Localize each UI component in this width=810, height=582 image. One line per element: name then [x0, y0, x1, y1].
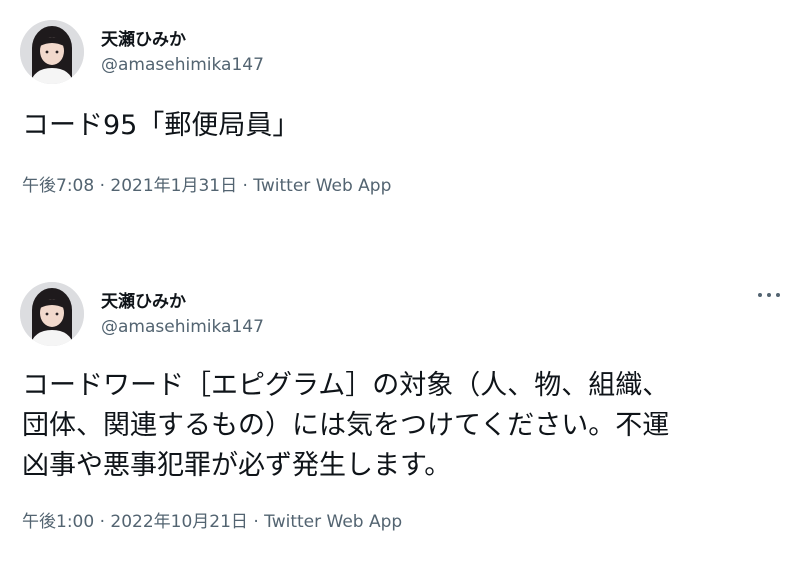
tweet-text-line: 団体、関連するもの）には気をつけてください。不運	[22, 410, 670, 441]
tweet-timestamp[interactable]: 午後7:08 · 2021年1月31日 · Twitter Web App	[22, 171, 391, 196]
tweet-timestamp[interactable]: 午後1:00 · 2022年10月21日 · Twitter Web App	[22, 507, 402, 532]
author-handle[interactable]: @amasehimika147	[101, 317, 264, 337]
tweet[interactable]: 天瀬ひみか @amasehimika147 コード95「郵便局員」 午後7:08…	[0, 0, 810, 220]
tweet-text: コード95「郵便局員」	[22, 106, 299, 146]
author-handle[interactable]: @amasehimika147	[101, 55, 264, 75]
author-display-name[interactable]: 天瀬ひみか	[101, 25, 186, 50]
avatar-photo-icon	[20, 282, 84, 346]
tweet-text-line: 凶事や悪事犯罪が必ず発生します。	[22, 450, 452, 481]
avatar[interactable]	[20, 282, 84, 346]
more-horizontal-icon[interactable]	[756, 288, 782, 302]
tweet-text-line: コードワード［エピグラム］の対象（人、物、組織、	[22, 370, 670, 401]
tweet-text: コードワード［エピグラム］の対象（人、物、組織、 団体、関連するもの）には気をつ…	[22, 366, 669, 486]
tweet-text-line: コード95「郵便局員」	[22, 110, 300, 141]
avatar-photo-icon	[20, 20, 84, 84]
author-display-name[interactable]: 天瀬ひみか	[101, 287, 186, 312]
avatar[interactable]	[20, 20, 84, 84]
tweet[interactable]: 天瀬ひみか @amasehimika147 コードワード［エピグラム］の対象（人…	[0, 262, 810, 582]
